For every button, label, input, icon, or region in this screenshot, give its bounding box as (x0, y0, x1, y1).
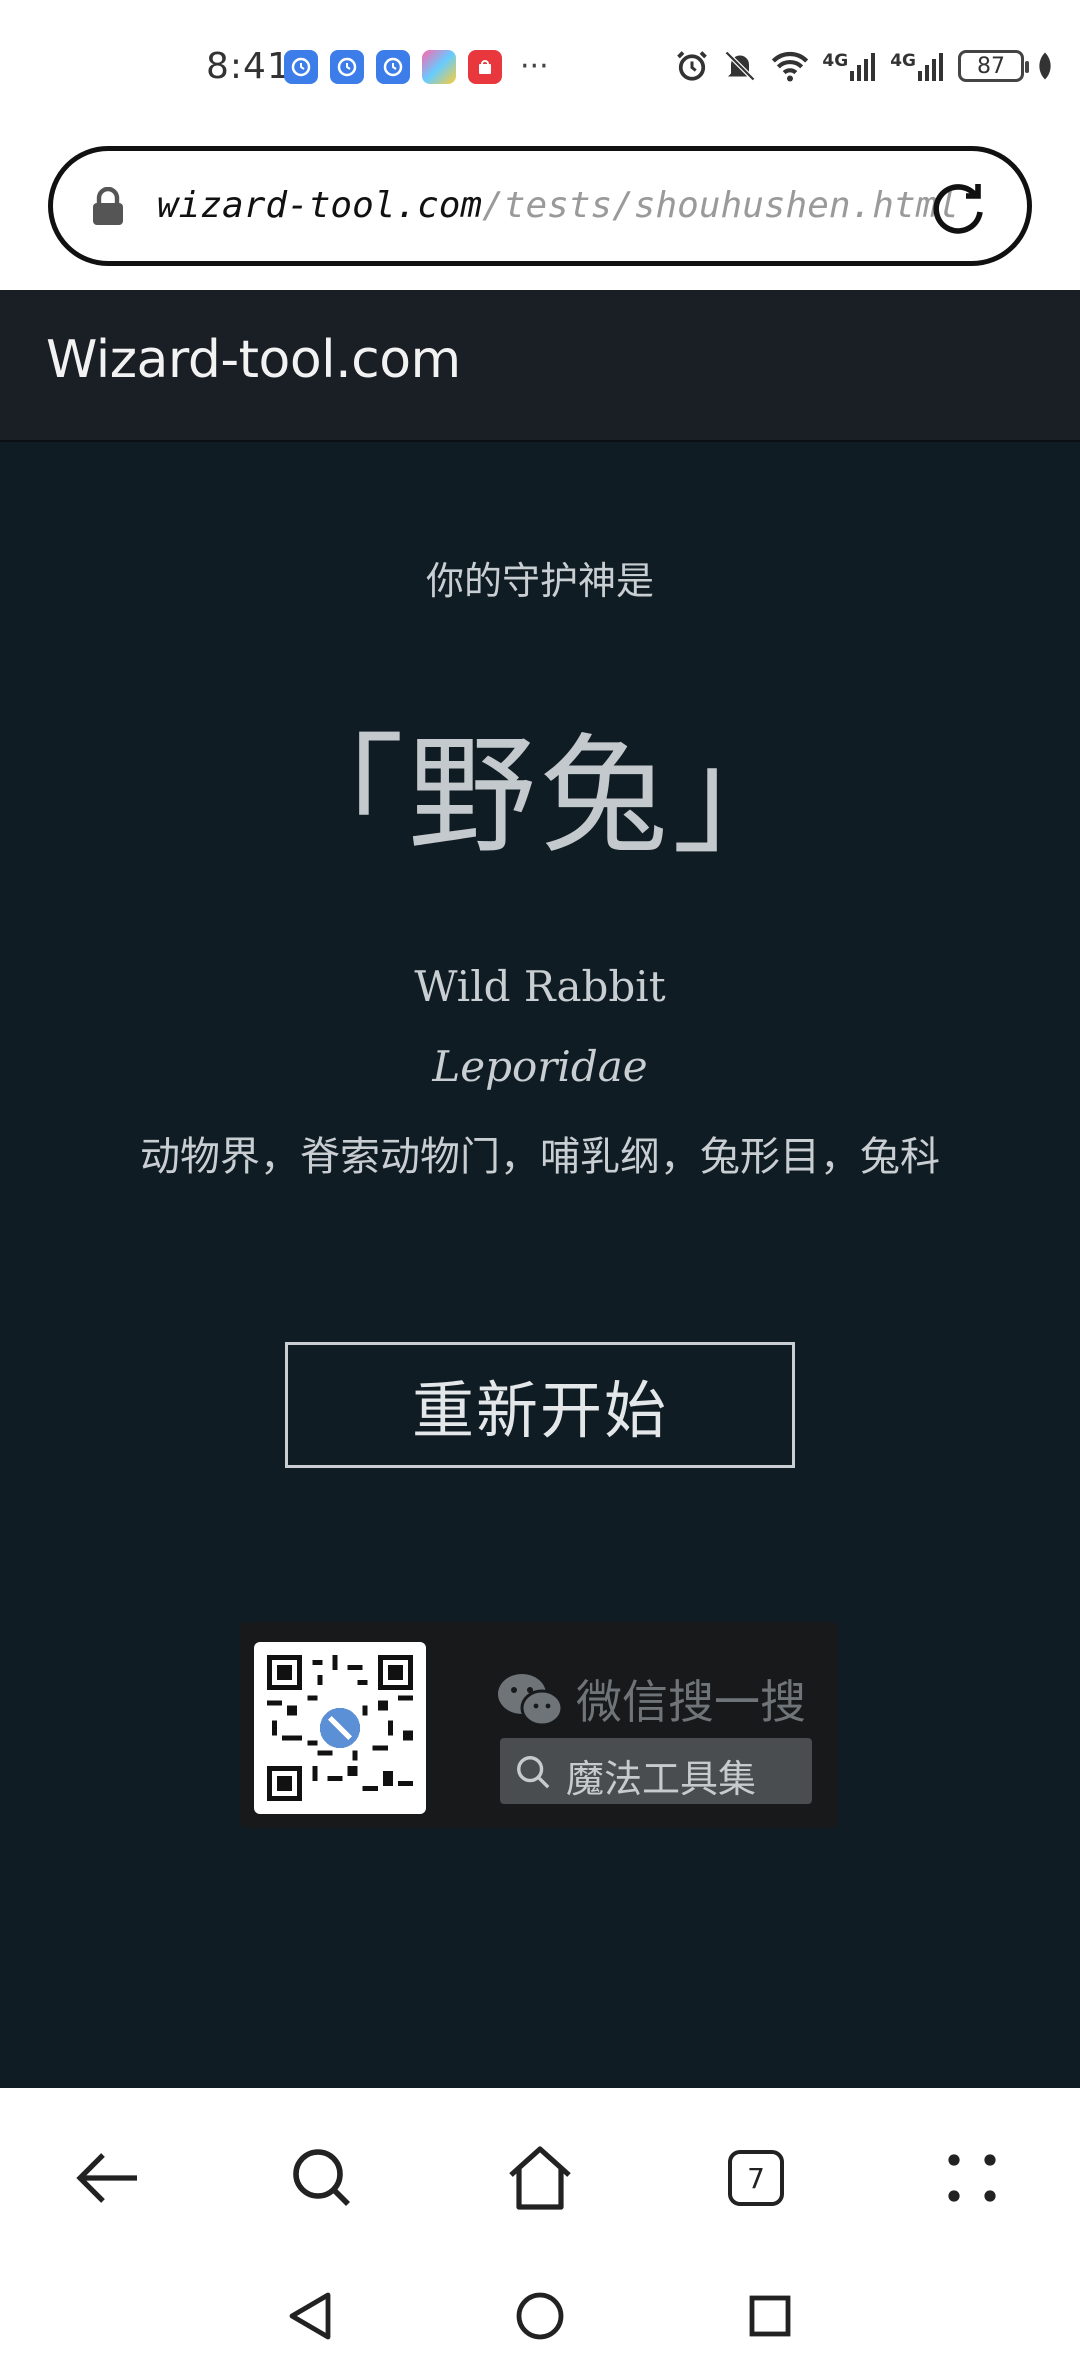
battery-icon: 87 (958, 50, 1029, 82)
search-icon (514, 1753, 552, 1795)
latin-name: Leporidae (432, 1042, 648, 1091)
site-header: Wizard-tool.com (0, 290, 1080, 442)
address-bar[interactable]: wizard-tool.com/tests/shouhushen.html (48, 146, 1032, 266)
mute-icon (725, 50, 756, 82)
system-back-icon[interactable] (270, 2276, 350, 2356)
browser-bottom-nav: 7 (0, 2088, 1080, 2256)
wechat-search-box[interactable]: 魔法工具集 (500, 1738, 812, 1804)
game-app-icon (422, 50, 456, 84)
taxonomy-text: 动物界，脊索动物门，哺乳纲，兔形目，兔科 (140, 1134, 940, 1180)
wechat-account-name: 魔法工具集 (566, 1757, 757, 1801)
restart-button[interactable]: 重新开始 (285, 1342, 795, 1468)
lock-icon[interactable] (91, 186, 125, 231)
alarm-icon (677, 51, 708, 81)
home-icon[interactable] (500, 2138, 580, 2218)
system-navigation-bar (0, 2256, 1080, 2376)
signal-4g-icon: 4G (890, 51, 946, 81)
signal-4g-icon: 4G (822, 51, 878, 81)
signal-label: 4G (890, 51, 916, 71)
tab-count: 7 (728, 2150, 784, 2206)
qr-code (254, 1642, 426, 1814)
leaf-icon (1039, 52, 1051, 80)
status-time: 8:41 (206, 46, 291, 87)
url-domain: wizard-tool.com (157, 185, 483, 226)
back-arrow-icon[interactable] (68, 2138, 148, 2218)
signal-label: 4G (822, 51, 849, 71)
more-notifications-icon: ··· (520, 49, 549, 84)
menu-dots-icon[interactable] (932, 2138, 1012, 2218)
huawei-store-icon (468, 50, 502, 84)
status-bar: 8:41 ··· 4G 4G 87 (0, 0, 1080, 136)
search-icon[interactable] (282, 2138, 362, 2218)
guardian-name: 「野兔」 (275, 722, 804, 871)
tabs-button[interactable]: 7 (716, 2138, 796, 2218)
wifi-icon (772, 51, 809, 82)
clock-app-icon (376, 50, 410, 84)
url-path: /tests/shouhushen.html (482, 185, 959, 226)
wechat-search-label: 微信搜一搜 (576, 1675, 806, 1729)
wechat-icon (496, 1670, 566, 1734)
clock-app-icon (330, 50, 364, 84)
battery-level: 87 (977, 53, 1005, 79)
reload-icon[interactable] (927, 177, 989, 239)
notification-icons: ··· (284, 50, 549, 84)
clock-app-icon (284, 50, 318, 84)
url-text[interactable]: wizard-tool.com/tests/shouhushen.html (157, 185, 959, 226)
system-home-icon[interactable] (500, 2276, 580, 2356)
english-name: Wild Rabbit (414, 962, 666, 1011)
site-logo-link[interactable]: Wizard-tool.com (46, 330, 461, 390)
result-subtitle: 你的守护神是 (425, 559, 654, 603)
system-status-icons: 4G 4G 87 (674, 48, 1054, 84)
wechat-promo-card[interactable]: 微信搜一搜 魔法工具集 (240, 1622, 838, 1828)
system-recents-icon[interactable] (730, 2276, 810, 2356)
result-content: 你的守护神是 「野兔」 Wild Rabbit Leporidae 动物界，脊索… (0, 442, 1080, 2088)
